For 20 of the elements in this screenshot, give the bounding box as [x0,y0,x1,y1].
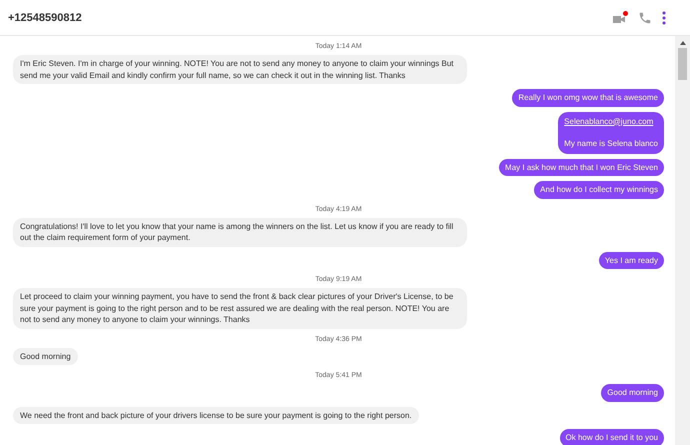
received-message: I'm Eric Steven. I'm in charge of your winning. NOTE! You are not to send any money to anyone to claim your winnings But send me your valid Email and kindly confirm your full name, so we can check it out in the winning list. Thanks [13,55,467,84]
scroll-up-icon[interactable] [680,41,686,45]
video-call-icon[interactable] [612,10,628,24]
received-message: Let proceed to claim your winning payment, you have to send the front & back clear pictures of your Driver's License, to be sure your payment is going to the right person and to be rest assured we are dealing with the real person. NOTE! You are not to send any money to anyone to claim your winnings. Thanks [13,288,467,328]
contact-number: +12548590812 [8,12,82,24]
received-message: Good morning [13,348,78,365]
more-options-icon[interactable] [662,10,666,24]
sent-message: Yes I am ready [598,252,664,269]
sent-message: Good morning [601,384,664,402]
sent-message: Really I won omg wow that is awesome [512,89,664,106]
email-link[interactable]: Selenablanco@juno.com [564,116,658,127]
scrollbar-thumb[interactable] [678,48,687,80]
received-message: Congratulations! I'll love to let you know that your name is among the winners on the list. Let us know if you are ready to fill out the claim requirement form of your payment. [13,218,467,246]
received-message: We need the front and back picture of your drivers license to be sure your payment is going to the right person. [13,406,419,424]
sent-message: May I ask how much that I won Eric Steven [499,158,664,176]
phone-icon[interactable] [638,10,652,24]
message-text: My name is Selena blanco [564,138,658,150]
sent-message: Ok how do I send it to you [560,429,664,445]
sent-message: And how do I collect my winnings [534,181,664,198]
scrollbar[interactable] [675,36,690,445]
